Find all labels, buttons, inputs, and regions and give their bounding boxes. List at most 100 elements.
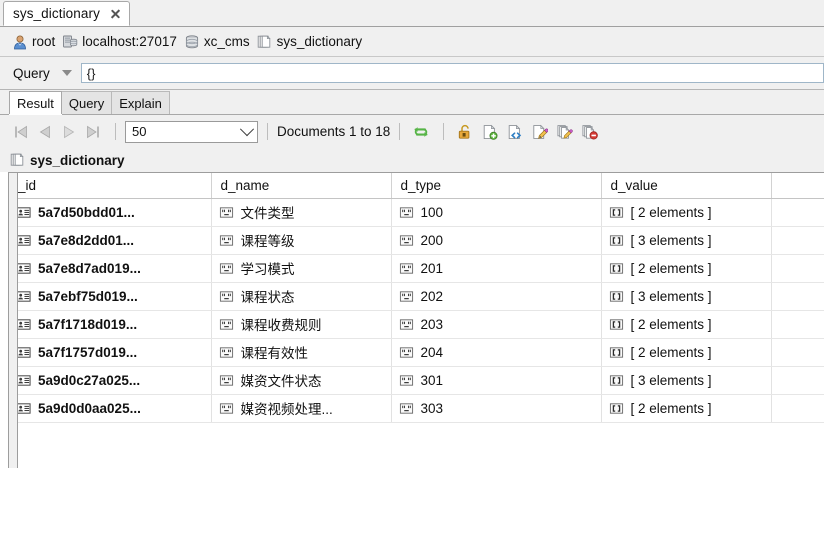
tab-result[interactable]: Result (9, 91, 62, 114)
cell-d-type[interactable]: 200 (391, 226, 602, 255)
next-page-icon (61, 124, 77, 140)
cell-d-name[interactable]: 媒资文件状态 (211, 366, 392, 395)
refresh-icon (412, 123, 430, 141)
cell-value: 课程有效性 (240, 346, 309, 361)
string-type-icon (219, 317, 234, 332)
array-type-icon (609, 401, 624, 416)
breadcrumb-item-collection[interactable]: sys_dictionary (257, 34, 367, 50)
cell-d-name[interactable]: 课程收费规则 (211, 310, 392, 339)
column-header-d-value[interactable]: d_value (601, 173, 772, 199)
toolbar-divider (443, 123, 445, 140)
tab-explain[interactable]: Explain (111, 91, 170, 114)
next-page-button[interactable] (58, 122, 80, 142)
cell-id[interactable]: 5a9d0c27a025... (9, 366, 212, 395)
cell-d-value[interactable]: [ 3 elements ] (601, 226, 772, 255)
cell-value: [ 2 elements ] (630, 316, 712, 332)
toolbar-divider (399, 123, 401, 140)
cell-d-name[interactable]: 课程状态 (211, 282, 392, 311)
tab-sys-dictionary[interactable]: sys_dictionary (3, 1, 130, 26)
cell-empty[interactable] (771, 282, 824, 311)
cell-d-name[interactable]: 学习模式 (211, 254, 392, 283)
table-row[interactable]: 5a7e8d7ad019... 学习模式 201 [ 2 elements ] (9, 254, 824, 283)
cell-value: [ 2 elements ] (630, 204, 712, 220)
cell-d-value[interactable]: [ 3 elements ] (601, 366, 772, 395)
cell-d-value[interactable]: [ 2 elements ] (601, 338, 772, 367)
close-icon[interactable] (109, 7, 122, 20)
edit-document-button[interactable] (528, 121, 552, 143)
cell-empty[interactable] (771, 338, 824, 367)
cell-empty[interactable] (771, 198, 824, 227)
column-header-d-name[interactable]: d_name (211, 173, 392, 199)
query-input-value: {} (86, 65, 96, 81)
cell-id[interactable]: 5a7f1718d019... (9, 310, 212, 339)
first-page-button[interactable] (10, 122, 32, 142)
cell-empty[interactable] (771, 254, 824, 283)
objectid-icon (16, 205, 31, 220)
breadcrumb-label: sys_dictionary (276, 34, 363, 49)
cell-empty[interactable] (771, 366, 824, 395)
cell-value: 文件类型 (240, 206, 295, 221)
page-size-select[interactable]: 50 (125, 120, 258, 143)
cell-id[interactable]: 5a7ebf75d019... (9, 282, 212, 311)
cell-d-type[interactable]: 201 (391, 254, 602, 283)
breadcrumb-item-database[interactable]: xc_cms (184, 34, 254, 50)
last-page-button[interactable] (82, 122, 104, 142)
table-row[interactable]: 5a7f1718d019... 课程收费规则 203 [ 2 elements … (9, 310, 824, 339)
cell-empty[interactable] (771, 310, 824, 339)
table-row[interactable]: 5a7e8d2dd01... 课程等级 200 [ 3 elements ] (9, 226, 824, 255)
cell-d-value[interactable]: [ 3 elements ] (601, 282, 772, 311)
cell-d-type[interactable]: 204 (391, 338, 602, 367)
table-row[interactable]: 5a9d0c27a025... 媒资文件状态 301 [ 3 elements … (9, 366, 824, 395)
cell-empty[interactable] (771, 226, 824, 255)
previous-page-button[interactable] (34, 122, 56, 142)
table-row[interactable]: 5a9d0d0aa025... 媒资视频处理... 303 [ 2 elemen… (9, 394, 824, 423)
cell-id[interactable]: 5a7f1757d019... (9, 338, 212, 367)
cell-value: 学习模式 (240, 262, 295, 277)
cell-d-value[interactable]: [ 2 elements ] (601, 310, 772, 339)
delete-documents-button[interactable] (578, 121, 602, 143)
string-type-icon (399, 205, 414, 220)
string-type-icon (399, 401, 414, 416)
cell-d-type[interactable]: 203 (391, 310, 602, 339)
cell-d-name[interactable]: 课程有效性 (211, 338, 392, 367)
cell-d-value[interactable]: [ 2 elements ] (601, 198, 772, 227)
cell-d-name[interactable]: 文件类型 (211, 198, 392, 227)
breadcrumb-item-host[interactable]: localhost:27017 (62, 34, 181, 50)
cell-id[interactable]: 5a7d50bdd01... (9, 198, 212, 227)
edit-documents-button[interactable] (553, 121, 577, 143)
table-row[interactable]: 5a7f1757d019... 课程有效性 204 [ 2 elements ] (9, 338, 824, 367)
cell-value: 301 (420, 372, 444, 388)
view-document-json-button[interactable] (503, 121, 527, 143)
collection-name: sys_dictionary (30, 152, 125, 168)
cell-id[interactable]: 5a7e8d2dd01... (9, 226, 212, 255)
column-header-d-type[interactable]: d_type (391, 173, 602, 199)
cell-value: 5a7e8d2dd01... (38, 232, 135, 248)
documents-table: _id d_name d_type d_value 5a7d50bdd01...… (9, 173, 824, 423)
table-row[interactable]: 5a7d50bdd01... 文件类型 100 [ 2 elements ] (9, 198, 824, 227)
cell-empty[interactable] (771, 394, 824, 423)
cell-value: 5a7f1757d019... (38, 344, 138, 360)
unlock-document-button[interactable] (453, 121, 477, 143)
cell-d-value[interactable]: [ 2 elements ] (601, 394, 772, 423)
cell-id[interactable]: 5a9d0d0aa025... (9, 394, 212, 423)
query-input[interactable]: {} (80, 63, 824, 83)
column-header-empty[interactable] (771, 173, 824, 199)
cell-d-type[interactable]: 202 (391, 282, 602, 311)
cell-d-type[interactable]: 100 (391, 198, 602, 227)
add-document-button[interactable] (478, 121, 502, 143)
cell-d-value[interactable]: [ 2 elements ] (601, 254, 772, 283)
cell-d-type[interactable]: 301 (391, 366, 602, 395)
cell-d-name[interactable]: 媒资视频处理... (211, 394, 392, 423)
refresh-button[interactable] (409, 121, 433, 143)
breadcrumb-item-root[interactable]: root (12, 34, 59, 50)
chevron-down-icon[interactable] (61, 70, 72, 76)
unlock-icon (457, 124, 473, 140)
tab-query[interactable]: Query (60, 91, 113, 114)
cell-d-name[interactable]: 课程等级 (211, 226, 392, 255)
cell-value: 202 (420, 288, 444, 304)
cell-d-type[interactable]: 303 (391, 394, 602, 423)
table-row[interactable]: 5a7ebf75d019... 课程状态 202 [ 3 elements ] (9, 282, 824, 311)
cell-id[interactable]: 5a7e8d7ad019... (9, 254, 212, 283)
cell-value: 5a7e8d7ad019... (38, 260, 141, 276)
column-header-id[interactable]: _id (9, 173, 212, 199)
